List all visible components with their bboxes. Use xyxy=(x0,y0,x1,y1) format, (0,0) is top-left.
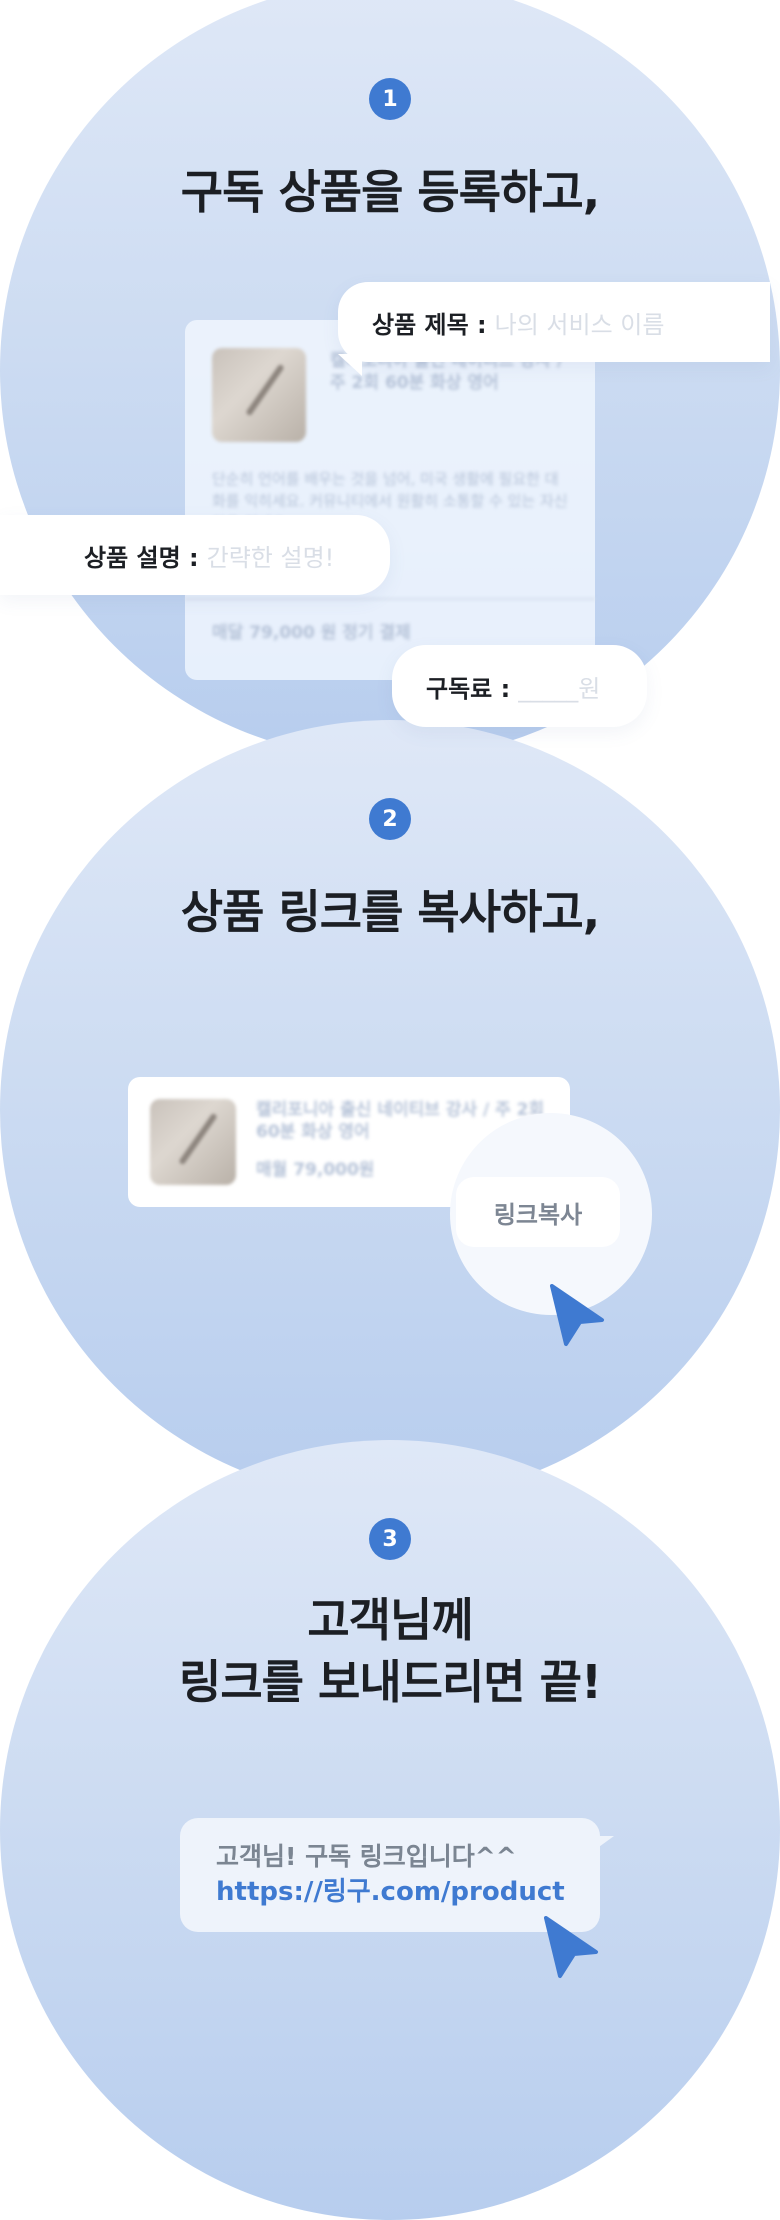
step1-title: 구독 상품을 등록하고, xyxy=(180,165,600,219)
product-title-label: 상품 제목 : xyxy=(372,310,487,339)
product-thumbnail xyxy=(150,1099,236,1185)
step1-number-badge: 1 xyxy=(369,78,411,120)
message-bubble-tail xyxy=(592,1836,614,1852)
message-text: 고객님! 구독 링크입니다^^ xyxy=(216,1842,517,1871)
subscription-price-field[interactable]: 구독료 : _____원 xyxy=(392,645,647,727)
product-title-field[interactable]: 상품 제목 : 나의 서비스 이름 xyxy=(338,282,770,376)
product-link[interactable]: https://링구.com/product xyxy=(216,1874,600,1910)
message-bubble: 고객님! 구독 링크입니다^^ https://링구.com/product xyxy=(180,1818,600,1932)
step3-title-line2: 링크를 보내드리면 끝! xyxy=(179,1655,602,1709)
step3-number-badge: 3 xyxy=(369,1518,411,1560)
product-desc-placeholder: 간략한 설명! xyxy=(206,543,335,572)
cursor-pointer-icon xyxy=(550,1284,604,1346)
product-card-preview: 캘리포니아 출신 네이티브 강사 / 주 2회 60분 화상 영어 단순히 언어… xyxy=(185,320,595,680)
product-thumbnail xyxy=(212,348,306,442)
step3-title-line1: 고객님께 xyxy=(307,1593,473,1647)
copy-link-button[interactable]: 링크복사 xyxy=(456,1177,620,1247)
product-desc-field[interactable]: 상품 설명 : 간략한 설명! xyxy=(0,515,390,595)
step2-title: 상품 링크를 복사하고, xyxy=(180,885,600,939)
step1-section: 1 구독 상품을 등록하고, 캘리포니아 출신 네이티브 강사 / 주 2회 6… xyxy=(0,0,780,740)
product-desc-label: 상품 설명 : xyxy=(84,543,199,572)
link-card-price: 매월 79,000원 xyxy=(256,1160,375,1180)
product-title-placeholder: 나의 서비스 이름 xyxy=(494,310,665,339)
price-placeholder: _____원 xyxy=(518,674,601,703)
card-product-price: 매달 79,000 원 정기 결제 xyxy=(212,623,411,643)
price-label: 구독료 : xyxy=(426,674,511,703)
cursor-pointer-icon xyxy=(544,1916,598,1978)
step2-number-badge: 2 xyxy=(369,798,411,840)
card-divider xyxy=(185,598,595,600)
